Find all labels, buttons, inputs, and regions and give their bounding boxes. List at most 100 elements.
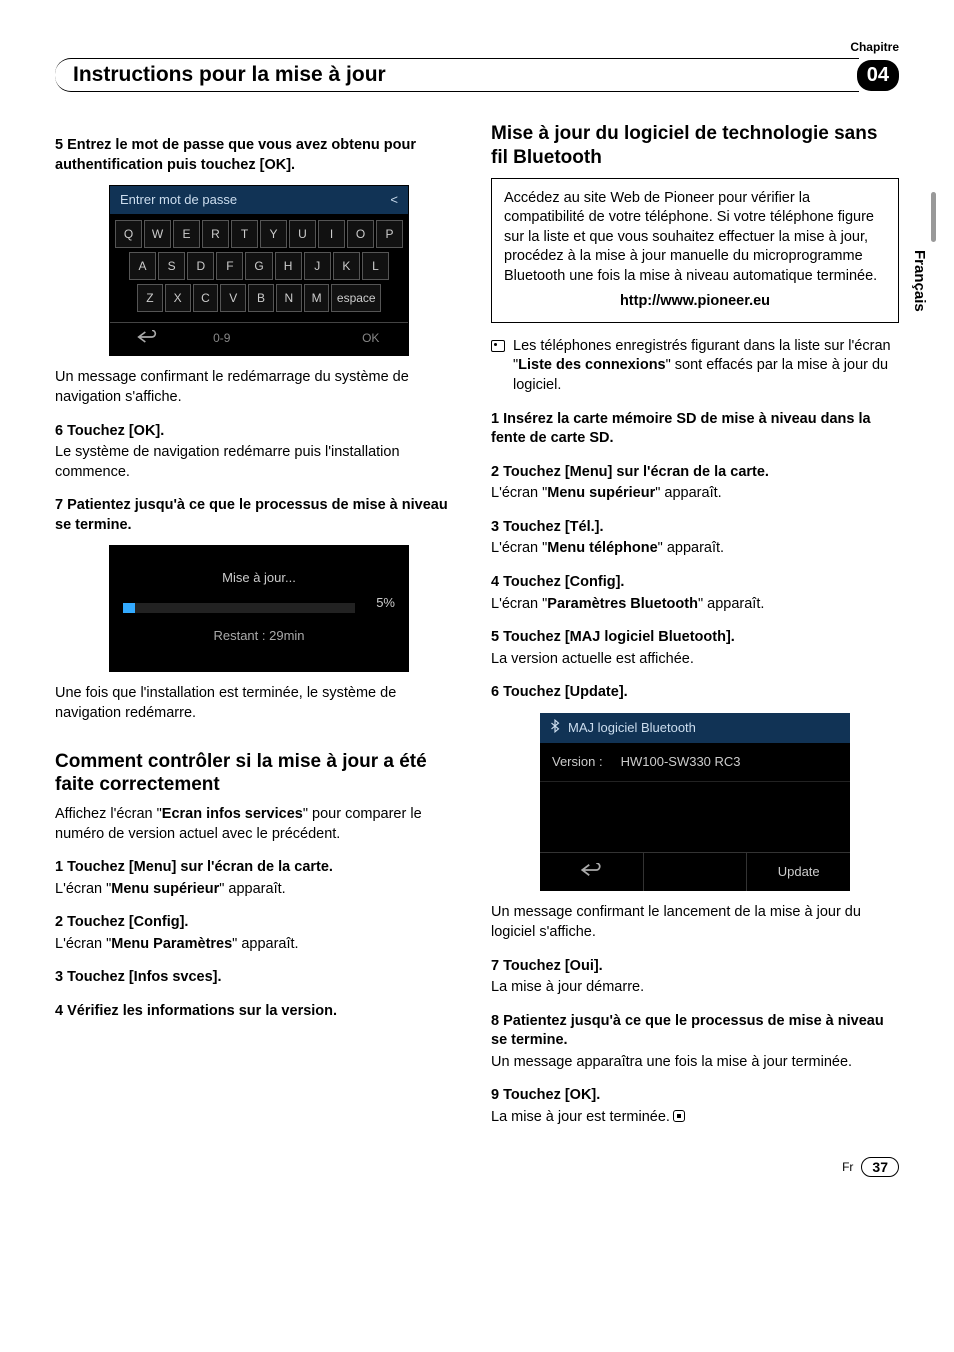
bt-step-8-heading: 8 Patientez jusqu'à ce que le processus … <box>491 1012 899 1051</box>
back-icon <box>540 852 643 892</box>
keyboard-row-3: Z X C V B N M espace <box>114 284 404 312</box>
progress-screenshot: Mise à jour... 5% Restant : 29min <box>109 545 409 672</box>
text: Un message apparaîtra une fois la mise à… <box>491 1053 899 1073</box>
text: " apparaît. <box>698 596 764 612</box>
keyboard-title: Entrer mot de passe <box>120 191 237 209</box>
left-column: 5 Entrez le mot de passe que vous avez o… <box>55 122 463 1127</box>
progress-fill <box>123 603 135 613</box>
key: W <box>144 220 171 248</box>
end-mark-icon <box>673 1110 685 1122</box>
text: L'écran " <box>55 936 111 952</box>
key: P <box>376 220 403 248</box>
bt-step-7-heading: 7 Touchez [Oui]. <box>491 957 899 977</box>
progress-title: Mise à jour... <box>123 569 395 587</box>
text: La mise à jour est terminée. <box>491 1108 899 1128</box>
text: Affichez l'écran " <box>55 806 162 822</box>
chapter-badge: 04 <box>857 60 899 91</box>
text-bold: Menu supérieur <box>111 881 219 897</box>
bt-step-3-heading: 3 Touchez [Tél.]. <box>491 518 899 538</box>
step-6-heading: 6 Touchez [OK]. <box>55 422 463 442</box>
key: I <box>318 220 345 248</box>
section-heading-check: Comment contrôler si la mise à jour a ét… <box>55 750 463 798</box>
header-line: Instructions pour la mise à jour <box>55 58 859 92</box>
key: X <box>165 284 191 312</box>
bt-step-9-heading: 9 Touchez [OK]. <box>491 1086 899 1106</box>
key: O <box>347 220 374 248</box>
text: L'écran "Menu téléphone" apparaît. <box>491 539 899 559</box>
key: Z <box>137 284 163 312</box>
check-step-2-heading: 2 Touchez [Config]. <box>55 913 463 933</box>
box-url: http://www.pioneer.eu <box>504 292 886 312</box>
text-bold: Liste des connexions <box>518 357 665 373</box>
bluetooth-icon <box>548 719 562 738</box>
section-heading-bluetooth: Mise à jour du logiciel de technologie s… <box>491 122 899 170</box>
text: " apparaît. <box>655 485 721 501</box>
key: K <box>333 252 360 280</box>
bluetooth-screenshot: MAJ logiciel Bluetooth Version : HW100-S… <box>540 713 850 892</box>
step-5-heading: 5 Entrez le mot de passe que vous avez o… <box>55 136 463 175</box>
box-text: Accédez au site Web de Pioneer pour véri… <box>504 189 886 287</box>
key-space: espace <box>331 284 381 312</box>
text: L'écran " <box>491 596 547 612</box>
text: Affichez l'écran "Ecran infos services" … <box>55 805 463 844</box>
text: " apparaît. <box>219 881 285 897</box>
text: L'écran "Menu Paramètres" apparaît. <box>55 935 463 955</box>
bt-version-row: Version : HW100-SW330 RC3 <box>540 743 850 782</box>
text: L'écran "Menu supérieur" apparaît. <box>55 880 463 900</box>
text: La mise à jour démarre. <box>491 978 899 998</box>
text-bold: Ecran infos services <box>162 806 303 822</box>
text: L'écran " <box>491 485 547 501</box>
text: L'écran " <box>491 540 547 556</box>
key: C <box>193 284 219 312</box>
key-blank <box>259 322 334 355</box>
key: G <box>245 252 272 280</box>
text-bold: Menu téléphone <box>547 540 657 556</box>
key: F <box>216 252 243 280</box>
key: Q <box>115 220 142 248</box>
key: D <box>187 252 214 280</box>
bt-step-1-heading: 1 Insérez la carte mémoire SD de mise à … <box>491 410 899 449</box>
text-bold: Paramètres Bluetooth <box>547 596 698 612</box>
bt-version-label: Version : <box>552 753 603 771</box>
key: T <box>231 220 258 248</box>
progress-percent: 5% <box>355 594 395 612</box>
check-step-4-heading: 4 Vérifiez les informations sur la versi… <box>55 1002 463 1022</box>
text: Un message confirmant le lancement de la… <box>491 903 899 942</box>
text-bold: Menu supérieur <box>547 485 655 501</box>
key: B <box>248 284 274 312</box>
text: L'écran " <box>55 881 111 897</box>
progress-bar <box>123 603 355 613</box>
keyboard-titlebar: Entrer mot de passe < <box>110 186 408 214</box>
keyboard-bottom: 0-9 OK <box>110 322 408 355</box>
text-bold: Menu Paramètres <box>111 936 232 952</box>
bt-step-4-heading: 4 Touchez [Config]. <box>491 573 899 593</box>
step-7-heading: 7 Patientez jusqu'à ce que le processus … <box>55 496 463 535</box>
bt-spacer <box>540 782 850 852</box>
key: V <box>220 284 246 312</box>
note-icon <box>491 340 505 352</box>
text: " apparaît. <box>232 936 298 952</box>
footer-lang: Fr <box>842 1160 853 1174</box>
footer: Fr 37 <box>55 1157 899 1177</box>
key: U <box>289 220 316 248</box>
keyboard-close: < <box>390 191 398 209</box>
keyboard-row-1: Q W E R T Y U I O P <box>114 220 404 248</box>
back-icon <box>110 322 185 355</box>
key: J <box>304 252 331 280</box>
note: Les téléphones enregistrés figurant dans… <box>491 337 899 396</box>
bt-step-6-heading: 6 Touchez [Update]. <box>491 683 899 703</box>
key: S <box>158 252 185 280</box>
keyboard-screenshot: Entrer mot de passe < Q W E R T Y U I O … <box>109 185 409 356</box>
page-number: 37 <box>861 1157 899 1177</box>
text: Le système de navigation redémarre puis … <box>55 443 463 482</box>
text: " apparaît. <box>658 540 724 556</box>
text: La version actuelle est affichée. <box>491 650 899 670</box>
key: E <box>173 220 200 248</box>
bt-update-button: Update <box>747 852 850 892</box>
bt-bottom-bar: Update <box>540 852 850 892</box>
bt-step-2-heading: 2 Touchez [Menu] sur l'écran de la carte… <box>491 463 899 483</box>
note-text: Les téléphones enregistrés figurant dans… <box>513 337 899 396</box>
info-box: Accédez au site Web de Pioneer pour véri… <box>491 178 899 323</box>
bt-step-5-heading: 5 Touchez [MAJ logiciel Bluetooth]. <box>491 628 899 648</box>
chapter-label: Chapitre <box>55 40 899 54</box>
